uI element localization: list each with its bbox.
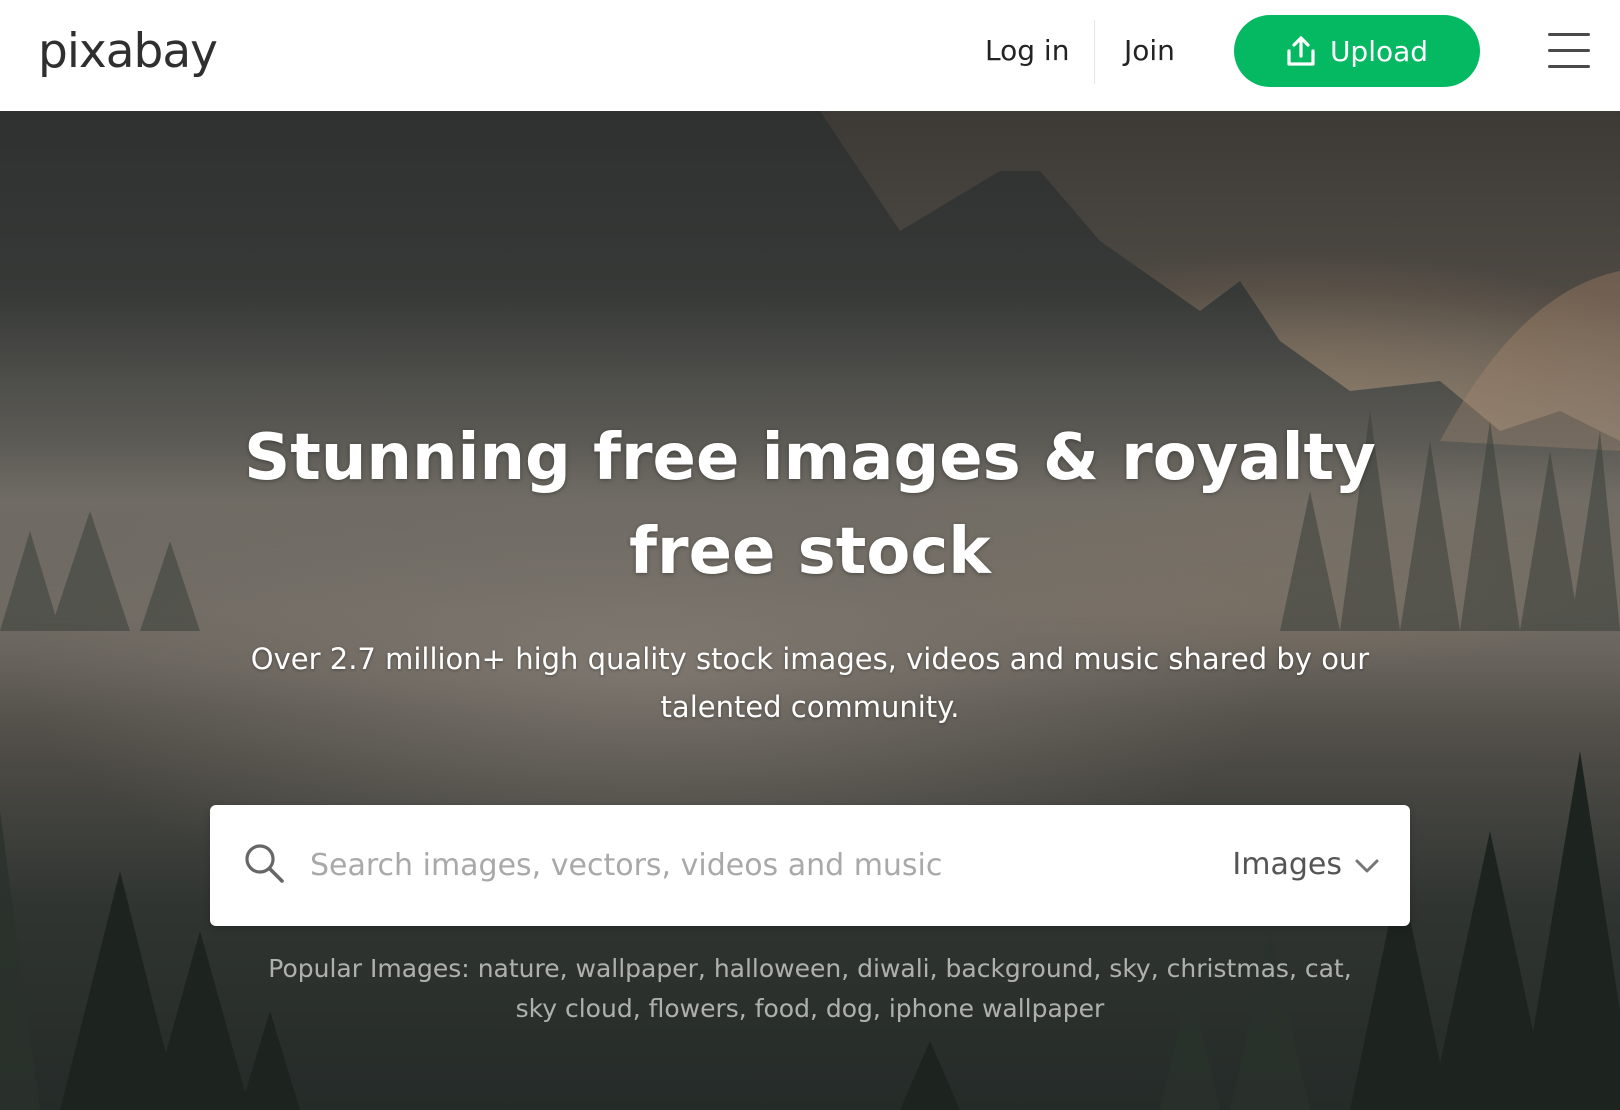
popular-tag[interactable]: wallpaper [576,954,698,983]
search-icon[interactable] [242,841,292,891]
popular-tag[interactable]: sky cloud [516,994,633,1023]
pixabay-logo[interactable]: pixabay [38,22,218,82]
popular-tag[interactable]: flowers [649,994,739,1023]
hero-title: Stunning free images & royalty free stoc… [244,421,1376,589]
top-navigation-bar: pixabay Log in Join Upload [0,0,1620,111]
search-input[interactable] [310,835,1160,895]
popular-tag[interactable]: food [755,994,810,1023]
join-link[interactable]: Join [1124,28,1175,74]
media-type-selected: Images [1232,847,1342,882]
login-link[interactable]: Log in [985,28,1069,74]
popular-tag[interactable]: christmas [1167,954,1289,983]
nav-divider [1094,20,1095,84]
hero-subtitle: Over 2.7 million+ high quality stock ima… [250,642,1370,724]
popular-tag[interactable]: nature [478,954,560,983]
popular-tag[interactable]: cat [1305,954,1344,983]
popular-tag[interactable]: halloween [714,954,841,983]
upload-icon [1286,35,1316,67]
popular-label: Popular Images: [268,954,470,983]
popular-tag[interactable]: iphone wallpaper [889,994,1105,1023]
hero-section: Stunning free images & royalty free stoc… [0,111,1620,1110]
popular-searches: Popular Images: nature, wallpaper, hallo… [268,954,1352,1023]
upload-button[interactable]: Upload [1234,15,1480,87]
popular-tag[interactable]: diwali [857,954,929,983]
upload-button-label: Upload [1329,34,1429,68]
chevron-down-icon [1354,843,1380,887]
popular-tag[interactable]: sky [1109,954,1150,983]
popular-tag[interactable]: dog [826,994,873,1023]
popular-tag[interactable]: background [946,954,1094,983]
hamburger-menu-icon[interactable] [1548,33,1592,69]
media-type-dropdown[interactable]: Images [1232,843,1380,887]
search-bar: Images [210,805,1410,926]
